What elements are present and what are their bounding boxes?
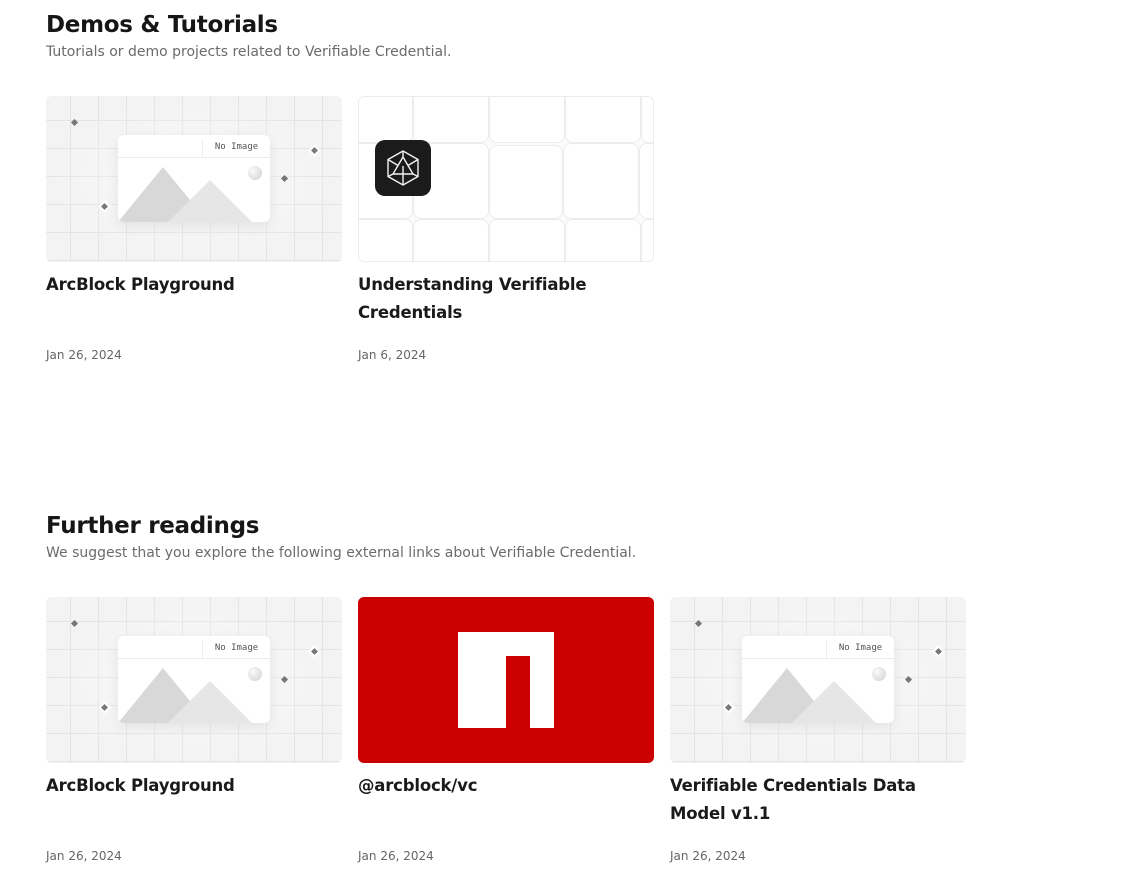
decor-dot-icon bbox=[280, 675, 289, 684]
card-date: Jan 6, 2024 bbox=[358, 348, 427, 362]
decor-dot-icon bbox=[280, 174, 289, 183]
card-title[interactable]: Verifiable Credentials Data Model v1.1 bbox=[670, 772, 960, 828]
card-arcblock-vc-npm[interactable]: @arcblock/vc Jan 26, 2024 bbox=[358, 597, 654, 863]
mountain-icon bbox=[792, 681, 876, 723]
no-image-label: No Image bbox=[826, 641, 894, 659]
image-placeholder-frame: No Image bbox=[118, 636, 270, 723]
card-date: Jan 26, 2024 bbox=[358, 849, 434, 863]
demos-card-list: No Image ArcBlock Playground Jan 26, 202… bbox=[46, 96, 654, 362]
no-image-thumbnail[interactable]: No Image bbox=[670, 597, 966, 763]
card-title[interactable]: ArcBlock Playground bbox=[46, 772, 342, 800]
further-readings-section: Further readings We suggest that you exp… bbox=[46, 511, 966, 863]
sun-icon bbox=[872, 667, 886, 681]
decor-dot-icon bbox=[70, 619, 79, 628]
no-image-label: No Image bbox=[202, 140, 270, 158]
image-placeholder-frame: No Image bbox=[742, 636, 894, 723]
further-subtitle: We suggest that you explore the followin… bbox=[46, 545, 637, 561]
sun-icon bbox=[248, 667, 262, 681]
npm-thumbnail[interactable] bbox=[358, 597, 654, 763]
npm-logo-icon bbox=[458, 632, 554, 728]
card-vc-data-model[interactable]: No Image Verifiable Credentials Data Mod… bbox=[670, 597, 966, 863]
further-title: Further readings bbox=[46, 513, 260, 539]
card-title[interactable]: ArcBlock Playground bbox=[46, 271, 342, 299]
decor-dot-icon bbox=[932, 645, 945, 658]
mountain-icon bbox=[168, 180, 252, 222]
card-date: Jan 26, 2024 bbox=[46, 849, 122, 863]
mountain-icon bbox=[168, 681, 252, 723]
card-title[interactable]: Understanding Verifiable Credentials bbox=[358, 271, 598, 327]
card-arcblock-playground[interactable]: No Image ArcBlock Playground Jan 26, 202… bbox=[46, 96, 342, 362]
decor-dot-icon bbox=[722, 701, 735, 714]
card-title[interactable]: @arcblock/vc bbox=[358, 772, 654, 800]
sun-icon bbox=[248, 166, 262, 180]
card-arcblock-playground[interactable]: No Image ArcBlock Playground Jan 26, 202… bbox=[46, 597, 342, 863]
decor-dot-icon bbox=[694, 619, 703, 628]
image-placeholder-frame: No Image bbox=[118, 135, 270, 222]
card-date: Jan 26, 2024 bbox=[46, 348, 122, 362]
decor-dot-icon bbox=[98, 200, 111, 213]
decor-dot-icon bbox=[308, 645, 321, 658]
demos-section: Demos & Tutorials Tutorials or demo proj… bbox=[46, 10, 654, 362]
arcblock-thumbnail[interactable] bbox=[358, 96, 654, 262]
no-image-label: No Image bbox=[202, 641, 270, 659]
further-card-list: No Image ArcBlock Playground Jan 26, 202… bbox=[46, 597, 966, 863]
decor-dot-icon bbox=[904, 675, 913, 684]
decor-dot-icon bbox=[70, 118, 79, 127]
demos-subtitle: Tutorials or demo projects related to Ve… bbox=[46, 44, 452, 60]
decor-dot-icon bbox=[98, 701, 111, 714]
card-date: Jan 26, 2024 bbox=[670, 849, 746, 863]
decor-dot-icon bbox=[308, 144, 321, 157]
no-image-thumbnail[interactable]: No Image bbox=[46, 96, 342, 262]
card-understanding-vc[interactable]: Understanding Verifiable Credentials Jan… bbox=[358, 96, 654, 362]
demos-title: Demos & Tutorials bbox=[46, 12, 278, 38]
no-image-thumbnail[interactable]: No Image bbox=[46, 597, 342, 763]
arcblock-logo-icon bbox=[375, 140, 431, 196]
